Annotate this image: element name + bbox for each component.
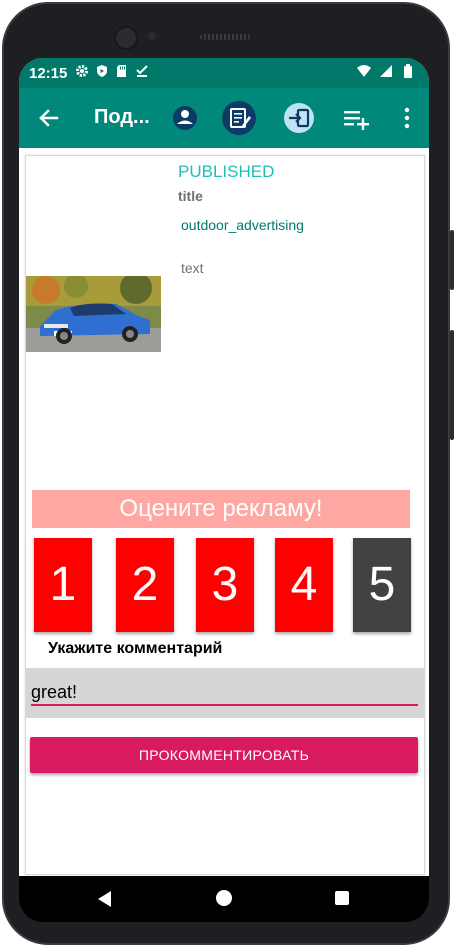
ad-title: title <box>178 188 203 204</box>
status-icons-left <box>75 64 149 78</box>
earpiece-speaker <box>200 34 250 40</box>
more-vert-icon[interactable] <box>389 100 425 136</box>
car-photo[interactable] <box>26 276 161 352</box>
shield-icon <box>97 65 107 77</box>
rate-button-5[interactable]: 5 <box>353 538 411 632</box>
status-time: 12:15 <box>29 65 68 82</box>
rating-banner: Оцените рекламу! <box>32 490 410 528</box>
wifi-icon <box>357 65 371 77</box>
gear-icon <box>76 65 88 77</box>
nav-home-icon[interactable] <box>216 890 232 906</box>
ad-card: PUBLISHED title outdoor_advertising text… <box>25 155 425 875</box>
nav-back-icon[interactable] <box>97 890 113 908</box>
arrow-left-icon[interactable] <box>35 104 63 132</box>
ad-category: outdoor_advertising <box>181 217 304 233</box>
rate-button-1[interactable]: 1 <box>34 538 92 632</box>
status-icons-right <box>357 64 415 78</box>
rate-button-2[interactable]: 2 <box>116 538 174 632</box>
status-bar: 12:15 <box>19 58 429 88</box>
page-title: Под... <box>94 106 150 128</box>
comment-field-container <box>26 668 424 718</box>
rate-button-3[interactable]: 3 <box>196 538 254 632</box>
nav-recents-icon[interactable] <box>335 891 349 905</box>
front-camera <box>114 26 138 50</box>
navigation-bar <box>19 876 429 922</box>
screen: 12:15 Под... PUBLISHED title outdoor_adv… <box>19 58 429 876</box>
rate-button-4[interactable]: 4 <box>275 538 333 632</box>
camera-sensor <box>148 32 156 40</box>
status-badge: PUBLISHED <box>178 162 275 181</box>
sd-card-icon <box>117 65 126 77</box>
check-download-icon <box>136 65 148 77</box>
comment-label: Укажите комментарий <box>48 640 223 657</box>
phone-frame: 12:15 Под... PUBLISHED title outdoor_adv… <box>0 0 454 949</box>
playlist-add-icon[interactable] <box>339 100 375 136</box>
edit-note-icon[interactable] <box>221 100 257 136</box>
login-icon[interactable] <box>281 100 317 136</box>
comment-submit-button[interactable]: ПРОКОММЕНТИРОВАТЬ <box>30 737 418 773</box>
ad-text: text <box>181 260 204 276</box>
profile-icon[interactable] <box>167 100 203 136</box>
volume-button <box>450 330 454 440</box>
battery-icon <box>404 64 412 78</box>
app-bar: Под... <box>19 88 429 148</box>
comment-input[interactable] <box>31 680 418 706</box>
signal-icon <box>380 65 392 77</box>
power-button <box>450 230 454 290</box>
